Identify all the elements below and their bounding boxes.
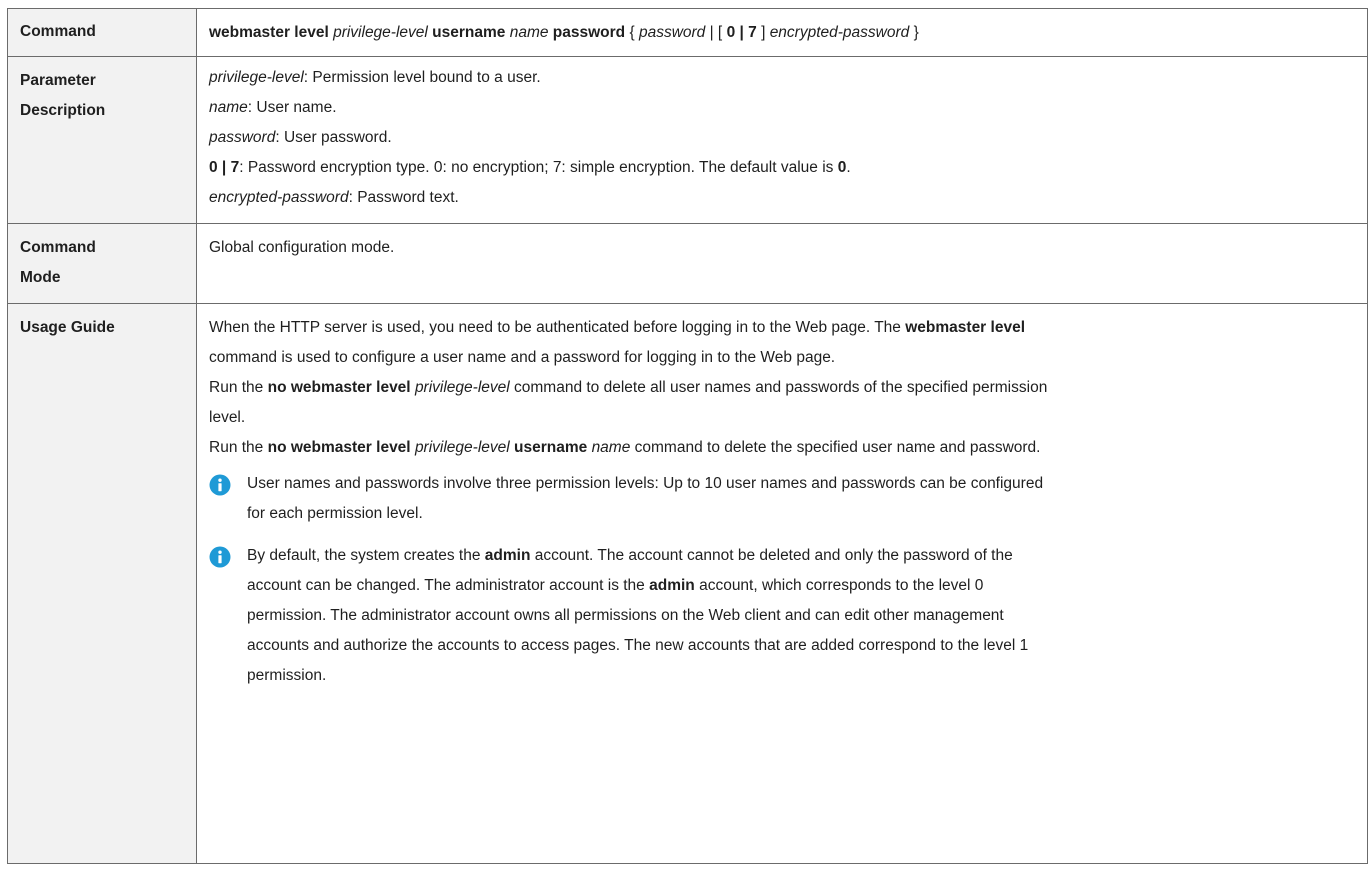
syntax-segment: password (638, 24, 706, 41)
note-segment: account can be changed. The administrato… (247, 577, 650, 594)
parameter-desc: : Password encryption type. 0: no encryp… (239, 159, 838, 176)
usage-segment: username (514, 439, 588, 456)
usage-segment: no webmaster level (267, 439, 411, 456)
usage-guide-label-cell: Usage Guide (7, 303, 197, 864)
usage-segment: Run the (209, 439, 268, 456)
syntax-segment: webmaster level (209, 24, 329, 41)
note-line: for each permission level. (247, 499, 1359, 529)
usage-segment: Run the (209, 379, 268, 396)
syntax-segment: name (509, 24, 549, 41)
info-icon (209, 546, 231, 568)
parameter-item: name: User name. (209, 93, 1359, 123)
note-line: accounts and authorize the accounts to a… (247, 631, 1359, 661)
usage-segment: webmaster level (905, 319, 1025, 336)
usage-segment: command is used to configure a user name… (209, 349, 836, 366)
syntax-segment: ] (756, 24, 770, 41)
command-mode-cell: Global configuration mode. (196, 223, 1368, 304)
parameter-name: privilege-level (209, 69, 304, 86)
note-segment: permission. (247, 667, 327, 684)
note-line: By default, the system creates the admin… (247, 541, 1359, 571)
info-note: User names and passwords involve three p… (209, 469, 1359, 529)
syntax-segment: password (552, 24, 626, 41)
usage-segment: When the HTTP server is used, you need t… (209, 319, 906, 336)
note-segment: account, which corresponds to the level … (694, 577, 984, 594)
command-mode-label-line2: Mode (20, 269, 61, 286)
command-mode-label-line1: Command (20, 239, 96, 256)
note-line: account can be changed. The administrato… (247, 571, 1359, 601)
usage-guide-line: When the HTTP server is used, you need t… (209, 313, 1359, 343)
command-label: Command (20, 23, 96, 40)
note-segment: admin (649, 577, 695, 594)
note-segment: By default, the system creates the (247, 547, 485, 564)
note-segment: permission. The administrator account ow… (247, 607, 1004, 624)
syntax-segment: username (432, 24, 506, 41)
parameter-name: password (209, 129, 276, 146)
command-mode-row: Command Mode Global configuration mode. (7, 223, 1368, 304)
note-segment: User names and passwords involve three p… (247, 475, 1044, 492)
parameter-desc: : User name. (247, 99, 337, 116)
parameter-item: privilege-level: Permission level bound … (209, 63, 1359, 93)
command-syntax: webmaster level privilege-level username… (209, 9, 1359, 56)
usage-guide-line: Run the no webmaster level privilege-lev… (209, 433, 1359, 463)
syntax-segment: 0 | 7 (726, 24, 757, 41)
parameter-desc-tail: . (846, 159, 851, 176)
command-label-cell: Command (7, 8, 197, 57)
usage-segment: command to delete the specified user nam… (630, 439, 1041, 456)
command-row: Command webmaster level privilege-level … (7, 8, 1368, 57)
note-segment: accounts and authorize the accounts to a… (247, 637, 1029, 654)
parameter-description-row: Parameter Description privilege-level: P… (7, 56, 1368, 224)
usage-guide-row: Usage Guide When the HTTP server is used… (7, 303, 1368, 864)
parameter-item: 0 | 7: Password encryption type. 0: no e… (209, 153, 1359, 183)
usage-guide-notes: User names and passwords involve three p… (209, 469, 1359, 691)
note-line: permission. The administrator account ow… (247, 601, 1359, 631)
note-line: permission. (247, 661, 1359, 691)
parameter-name: encrypted-password (209, 189, 349, 206)
command-syntax-cell: webmaster level privilege-level username… (196, 8, 1368, 57)
syntax-segment: } (909, 24, 919, 41)
parameter-desc: : User password. (275, 129, 392, 146)
parameter-name: 0 | 7 (209, 159, 240, 176)
parameter-name: name (209, 99, 248, 116)
command-reference-table: Command webmaster level privilege-level … (7, 8, 1368, 864)
parameter-item: password: User password. (209, 123, 1359, 153)
usage-segment: name (591, 439, 631, 456)
command-mode-text: Global configuration mode. (209, 239, 395, 256)
syntax-segment: encrypted-password (769, 24, 910, 41)
note-segment: for each permission level. (247, 505, 423, 522)
usage-guide-text: When the HTTP server is used, you need t… (209, 313, 1359, 463)
command-mode-label-cell: Command Mode (7, 223, 197, 304)
usage-segment: no webmaster level (267, 379, 411, 396)
syntax-segment: { (625, 24, 639, 41)
usage-guide-line: command is used to configure a user name… (209, 343, 1359, 373)
usage-guide-line: Run the no webmaster level privilege-lev… (209, 373, 1359, 403)
parameter-label-line1: Parameter (20, 72, 96, 89)
usage-segment: level. (209, 409, 246, 426)
parameter-label-line2: Description (20, 102, 106, 119)
usage-guide-line: level. (209, 403, 1359, 433)
note-line: User names and passwords involve three p… (247, 469, 1359, 499)
info-icon (209, 474, 231, 496)
syntax-segment: | [ (705, 24, 727, 41)
parameter-description-label-cell: Parameter Description (7, 56, 197, 224)
parameter-desc: : Password text. (348, 189, 459, 206)
parameter-list-cell: privilege-level: Permission level bound … (196, 56, 1368, 224)
parameter-item: encrypted-password: Password text. (209, 183, 1359, 213)
note-segment: admin (484, 547, 531, 564)
usage-segment: command to delete all user names and pas… (509, 379, 1048, 396)
usage-guide-label: Usage Guide (20, 319, 115, 336)
parameter-list: privilege-level: Permission level bound … (209, 63, 1359, 213)
note-segment: account. The account cannot be deleted a… (530, 547, 1013, 564)
usage-guide-cell: When the HTTP server is used, you need t… (196, 303, 1368, 864)
usage-segment: privilege-level (414, 439, 510, 456)
parameter-desc: : Permission level bound to a user. (303, 69, 541, 86)
syntax-segment: privilege-level (333, 24, 428, 41)
usage-segment: privilege-level (414, 379, 510, 396)
info-note: By default, the system creates the admin… (209, 541, 1359, 691)
